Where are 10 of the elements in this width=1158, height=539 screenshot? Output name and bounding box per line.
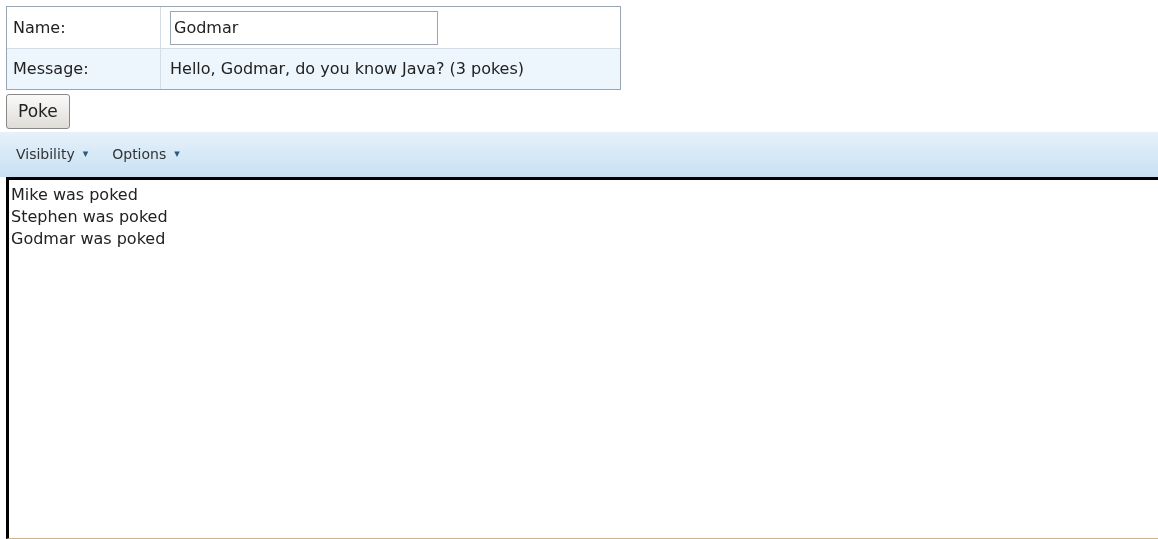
menu-button[interactable]: Visibility ▾ [16,144,89,165]
log-line: Stephen was poked [11,206,168,228]
message-text: Hello, Godmar, do you know Java? (3 pokes) [170,58,525,80]
menu-button[interactable]: Options ▾ [112,144,180,165]
field-label: Name: [13,16,66,39]
field-label: Message: [13,58,89,80]
log-line: Godmar was poked [11,228,166,250]
name-field[interactable]: Godmar [170,10,438,45]
log-line: Mike was poked [11,184,138,206]
poke-button[interactable]: Poke [6,94,70,129]
